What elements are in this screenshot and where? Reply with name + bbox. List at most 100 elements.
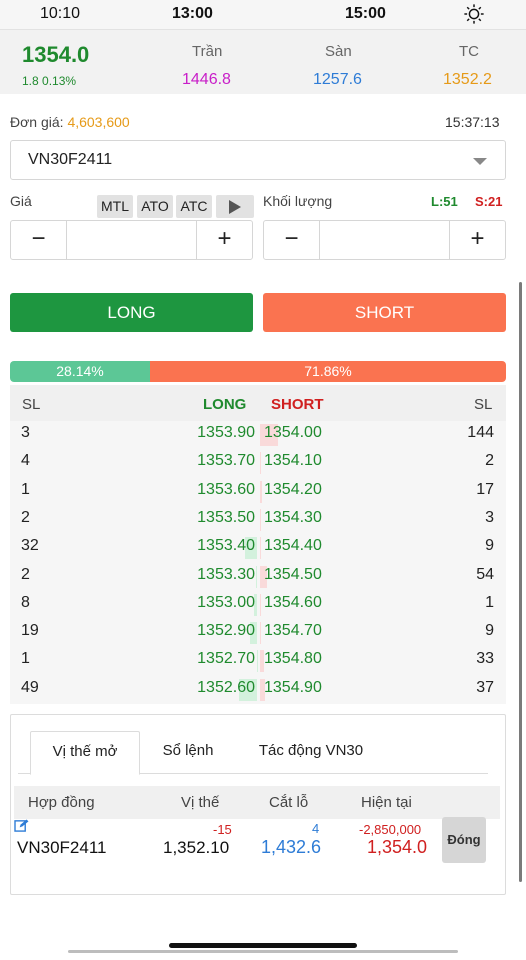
orderbook: 3 1353.90 1354.00 144 4 1353.70 1354.10 2 1 1353.… (10, 421, 506, 704)
bid-price: 1353.50 (197, 508, 255, 526)
price-input[interactable] (68, 223, 196, 257)
gear-icon[interactable] (463, 3, 485, 25)
cut-loss-price[interactable]: 1,432.6 (261, 837, 321, 858)
orderbook-row[interactable]: 1 1352.70 1354.80 33 (10, 647, 506, 675)
orderbook-row[interactable]: 1 1353.60 1354.20 17 (10, 478, 506, 506)
bid-qty: 3 (21, 424, 30, 441)
chevron-down-icon (473, 158, 487, 165)
price-change: 1.8 0.13% (22, 74, 77, 88)
long-limit: L:51 (431, 194, 458, 209)
quantity-increment-button[interactable]: + (449, 221, 505, 259)
ask-qty: 1 (485, 593, 494, 611)
quantity-label: Khối lượng (263, 193, 333, 209)
edit-icon[interactable] (14, 819, 29, 832)
bid-qty: 19 (21, 622, 39, 640)
position-qty: -15 (213, 822, 232, 837)
orderbook-row[interactable]: 19 1352.90 1354.70 9 (10, 619, 506, 647)
reference-label: TC (459, 43, 479, 60)
ask-qty: 3 (485, 508, 494, 526)
quantity-input[interactable] (321, 223, 449, 257)
bid-qty: 49 (21, 678, 39, 696)
cut-loss-count: 4 (312, 821, 320, 836)
ceiling-price: 1446.8 (182, 71, 231, 88)
ask-price: 1354.70 (264, 622, 322, 640)
orderbook-row[interactable]: 2 1353.30 1354.50 54 (10, 563, 506, 591)
quantity-stepper: − + (263, 220, 506, 260)
ask-qty: 54 (476, 565, 494, 583)
home-indicator[interactable] (169, 943, 357, 948)
ask-price: 1354.20 (264, 480, 322, 498)
bid-price: 1353.30 (197, 565, 255, 583)
ask-price: 1354.40 (264, 537, 322, 555)
tab-open-positions[interactable]: Vị thế mở (30, 731, 140, 775)
price-label: Giá (10, 193, 32, 209)
bid-price: 1352.90 (197, 622, 255, 640)
floor-label: Sàn (325, 43, 352, 60)
ask-price: 1354.10 (264, 452, 322, 470)
orderbook-row[interactable]: 32 1353.40 1354.40 9 (10, 534, 506, 562)
quantity-decrement-button[interactable]: − (264, 221, 320, 259)
bid-price: 1353.90 (197, 424, 255, 441)
price-decrement-button[interactable]: − (11, 221, 67, 259)
session-time-2: 13:00 (172, 5, 213, 22)
orderbook-bid-qty-header: SL (22, 396, 41, 413)
order-type-atc[interactable]: ATC (176, 195, 212, 218)
current-price-value: 1,354.0 (367, 837, 428, 857)
ask-qty: 2 (485, 452, 494, 470)
orderbook-row[interactable]: 3 1353.90 1354.00 144 (10, 421, 506, 449)
ask-volume-bar (260, 537, 262, 560)
orderbook-row[interactable]: 2 1353.50 1354.30 3 (10, 506, 506, 534)
scrollbar[interactable] (519, 282, 522, 882)
orderbook-row[interactable]: 4 1353.70 1354.10 2 (10, 449, 506, 477)
bid-price: 1352.70 (197, 650, 255, 668)
long-short-ratio-bar: 28.14% 71.86% (10, 361, 506, 382)
bid-volume-bar (256, 565, 257, 588)
ask-price: 1354.30 (264, 508, 322, 526)
orderbook-long-header: LONG (203, 396, 247, 413)
short-limit: S:21 (475, 194, 503, 209)
tab-order-book[interactable]: Sổ lệnh (148, 731, 228, 774)
short-ratio: 71.86% (150, 361, 506, 382)
reference-price: 1352.2 (443, 71, 492, 88)
ask-qty: 9 (485, 537, 494, 555)
ask-price: 1354.90 (264, 678, 322, 696)
bid-qty: 8 (21, 593, 30, 611)
ask-price: 1354.60 (264, 593, 322, 611)
floor-price: 1257.6 (313, 71, 362, 88)
bid-price: 1352.60 (197, 678, 255, 696)
price-increment-button[interactable]: + (196, 221, 252, 259)
session-time-bar: 10:10 13:00 15:00 (0, 0, 526, 30)
unit-price-value: 4,603,600 (67, 114, 130, 130)
orderbook-row[interactable]: 8 1353.00 1354.60 1 (10, 591, 506, 619)
unit-price: Đơn giá: 4,603,600 (10, 114, 130, 130)
bid-qty: 2 (21, 565, 30, 583)
orderbook-short-header: SHORT (271, 396, 324, 413)
close-position-button[interactable]: Đóng (442, 817, 486, 863)
orderbook-row[interactable]: 49 1352.60 1354.90 37 (10, 676, 506, 704)
order-type-mtl[interactable]: MTL (97, 195, 133, 218)
order-type-play-button[interactable] (216, 195, 254, 218)
bid-qty: 2 (21, 508, 30, 526)
ask-qty: 37 (476, 678, 494, 696)
bid-qty: 4 (21, 452, 30, 470)
ask-volume-bar (260, 480, 263, 503)
ask-price: 1354.80 (264, 650, 322, 668)
positions-tabs: Vị thế mở Sổ lệnh Tác động VN30 (18, 731, 488, 775)
price-stepper: − + (10, 220, 253, 260)
bid-qty: 32 (21, 537, 39, 555)
order-type-ato[interactable]: ATO (137, 195, 173, 218)
position-price: 1,352.10 (163, 838, 230, 857)
long-button[interactable]: LONG (10, 293, 253, 332)
contract-select[interactable]: VN30F2411 (10, 140, 506, 180)
play-icon (229, 200, 241, 214)
ask-qty: 33 (476, 650, 494, 668)
unit-price-label: Đơn giá: (10, 114, 64, 130)
orderbook-header: SL LONG SHORT SL (10, 385, 506, 421)
ask-qty: 9 (485, 622, 494, 640)
ceiling-label: Trần (192, 43, 223, 60)
ask-price: 1354.50 (264, 565, 322, 583)
bid-price: 1353.00 (197, 593, 255, 611)
session-time-1: 10:10 (40, 5, 81, 22)
short-button[interactable]: SHORT (263, 293, 506, 332)
tab-vn30-impact[interactable]: Tác động VN30 (246, 731, 376, 774)
